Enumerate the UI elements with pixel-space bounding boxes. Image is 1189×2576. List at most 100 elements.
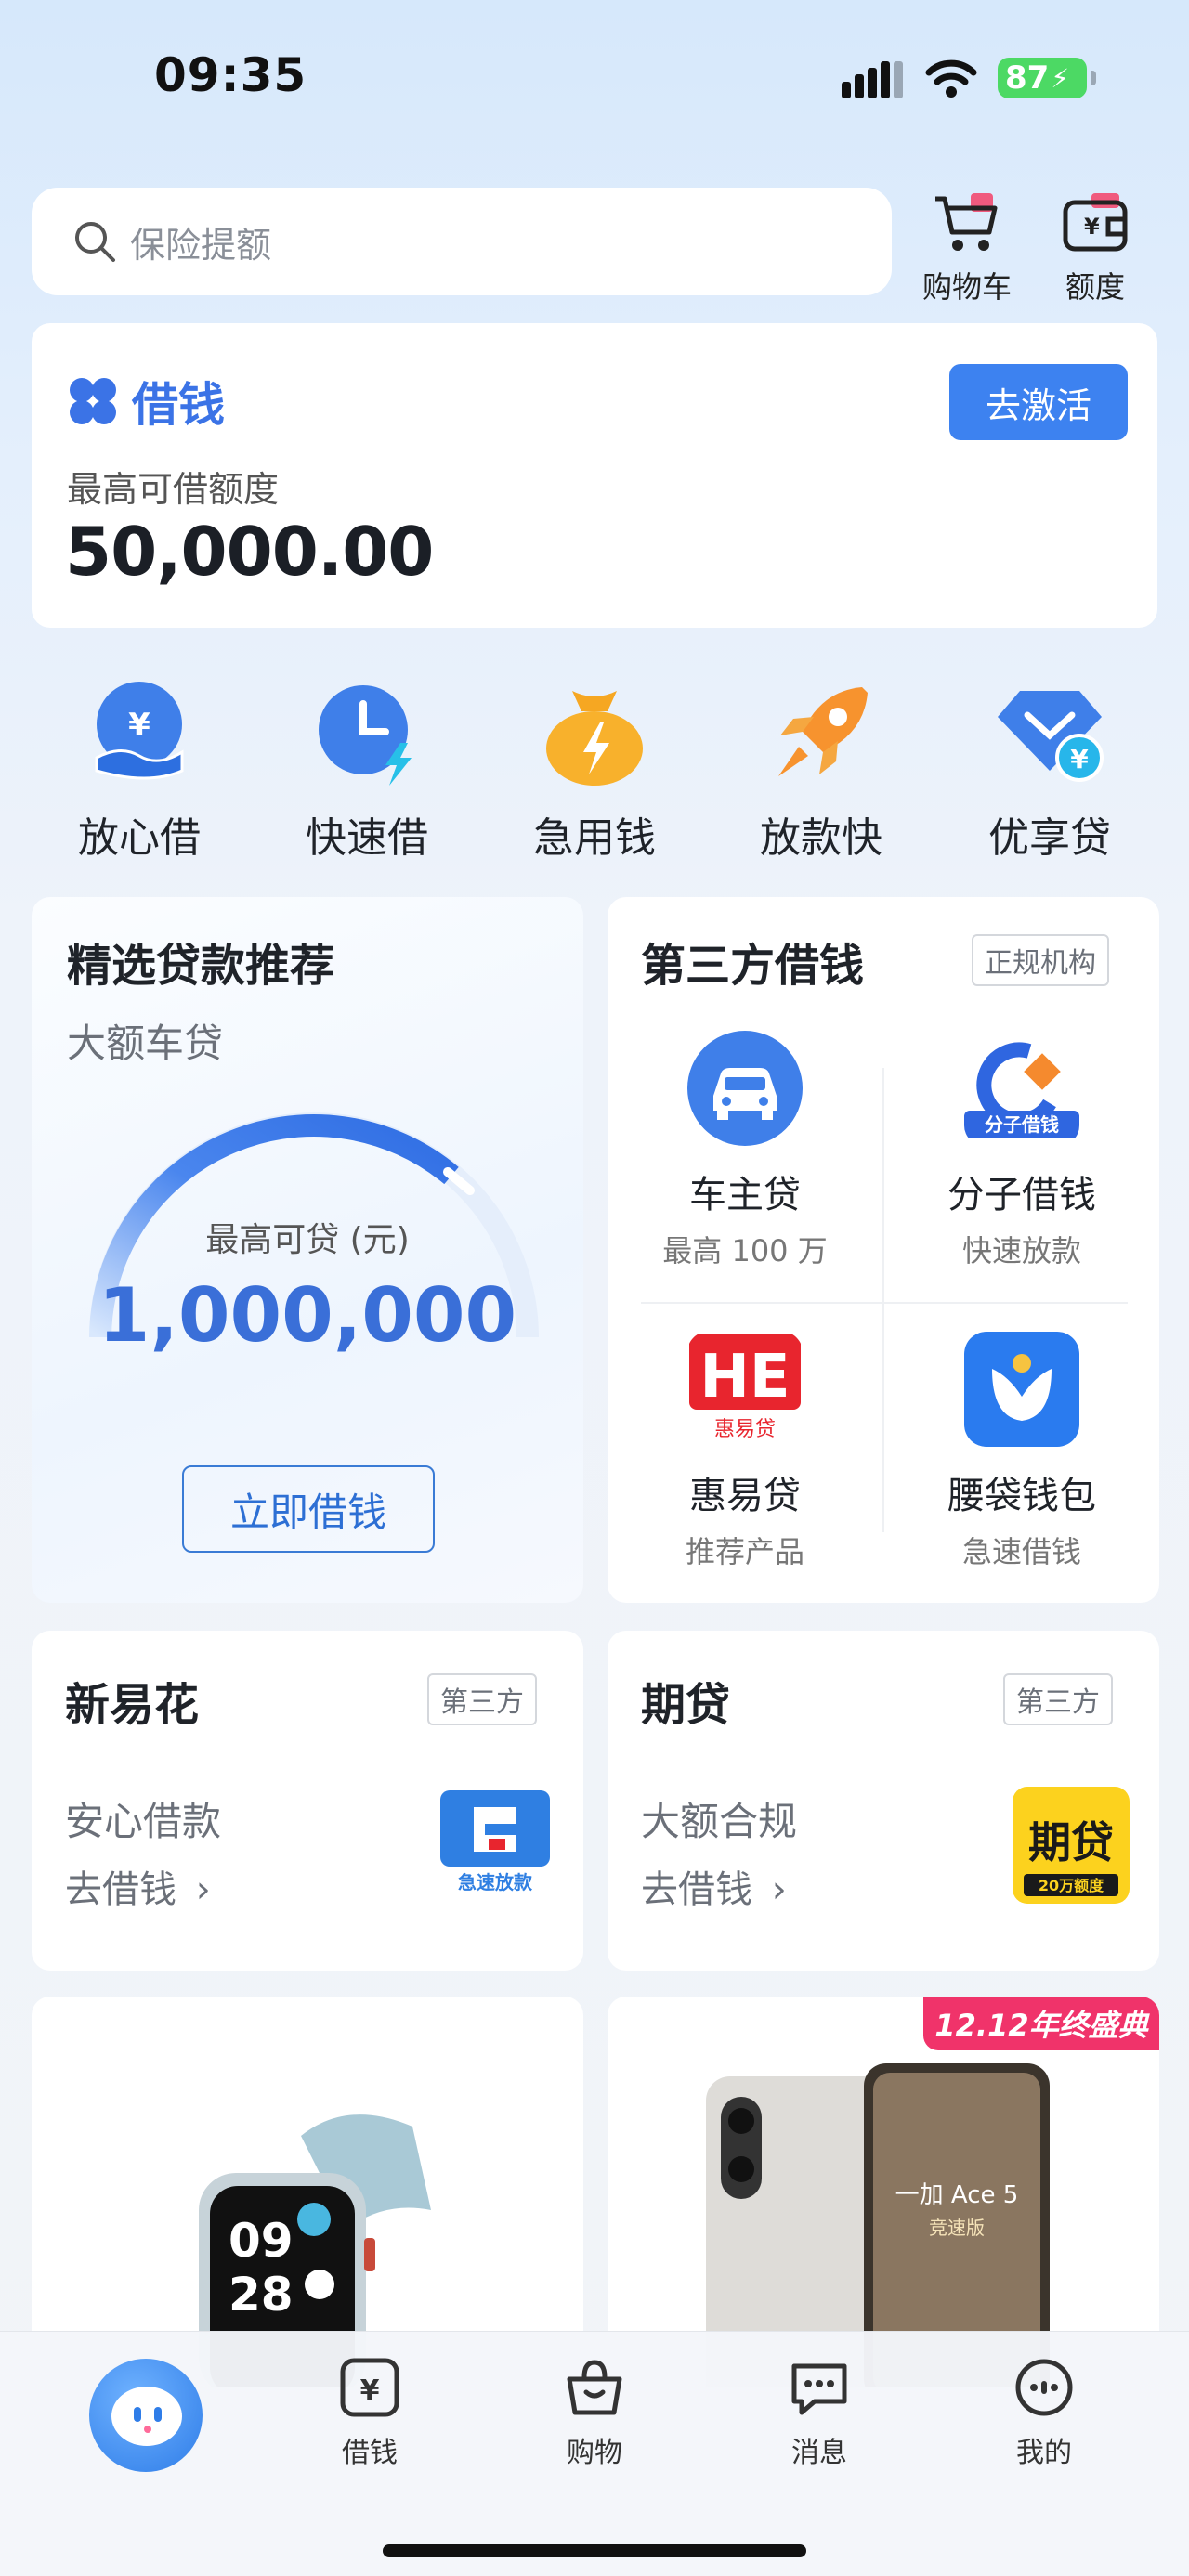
watch-hour: 09	[229, 2214, 294, 2268]
official-institution-tag: 正规机构	[972, 934, 1109, 986]
tab-messages[interactable]: 消息	[754, 2355, 884, 2470]
borrow-title: 借钱	[67, 368, 225, 435]
xinyihua-link[interactable]: 去借钱 ›	[65, 1859, 211, 1913]
rocket-icon	[778, 687, 868, 776]
battery-level: 87	[1005, 59, 1050, 97]
tp-name: 分子借钱	[947, 1174, 1096, 1216]
xinyihua-subtitle: 安心借款	[65, 1799, 222, 1844]
recommend-max-amount: 1,000,000	[98, 1272, 517, 1359]
product-card-watch[interactable]: 09 28	[32, 1997, 583, 2387]
svg-text:¥: ¥	[1070, 744, 1089, 774]
svg-text:¥: ¥	[128, 707, 150, 744]
quick-item-fangxinjie[interactable]: ¥ 放心借	[56, 678, 223, 864]
tab-mine[interactable]: 我的	[979, 2355, 1109, 2470]
car-icon	[687, 1031, 803, 1146]
huiyidai-logo-icon: HE 惠易贷	[687, 1332, 803, 1447]
limit-label: 最高可借额度	[67, 469, 280, 510]
tulip-logo-icon	[964, 1332, 1079, 1447]
divider	[641, 1302, 1128, 1304]
quick-label: 优享贷	[988, 814, 1111, 862]
search-placeholder: 保险提额	[130, 224, 272, 266]
xinyihua-title: 新易花	[65, 1679, 200, 1731]
chevron-right-icon: ›	[195, 1868, 211, 1911]
home-indicator	[383, 2544, 806, 2557]
limit-button[interactable]: ¥ 额度	[1044, 191, 1146, 306]
profile-dots-icon	[1015, 2359, 1073, 2416]
qihuo-logo-icon: 期贷 20万额度	[1013, 1787, 1130, 1904]
tp-item-huiyidai[interactable]: HE 惠易贷 惠易贷 推荐产品	[606, 1332, 884, 1571]
cellular-signal-icon	[842, 61, 903, 98]
third-party-tag: 第三方	[1003, 1673, 1113, 1725]
watch-minute: 28	[229, 2268, 294, 2322]
product-card-phone[interactable]: 一加 Ace 5 竞速版	[608, 1997, 1159, 2387]
quick-label: 急用钱	[533, 814, 656, 862]
wifi-icon	[925, 59, 977, 98]
tab-borrow[interactable]: ¥ 借钱	[305, 2355, 435, 2470]
tab-label: 购物	[567, 2437, 622, 2469]
xinyihua-logo-text: 急速放款	[458, 1871, 533, 1893]
borrow-now-button[interactable]: 立即借钱	[182, 1465, 435, 1553]
phone-model-sub: 竞速版	[929, 2217, 985, 2239]
limit-label-top: 额度	[1065, 269, 1125, 305]
borrow-title-text: 借钱	[132, 378, 225, 432]
clover-icon	[70, 378, 116, 424]
tab-label: 消息	[791, 2437, 847, 2469]
search-bar[interactable]: 保险提额	[32, 188, 892, 295]
tp-sub: 急速借钱	[961, 1534, 1081, 1569]
huiyidai-logo-text: 惠易贷	[714, 1418, 776, 1441]
third-party-tag: 第三方	[427, 1673, 537, 1725]
money-bag-icon	[546, 691, 643, 786]
tab-shopping[interactable]: 购物	[529, 2355, 660, 2470]
diamond-yuan-icon: ¥	[998, 691, 1104, 782]
tab-label: 借钱	[342, 2437, 398, 2469]
charging-bolt-icon: ⚡	[1051, 62, 1069, 94]
shopping-bag-icon	[567, 2360, 622, 2415]
fenzi-logo-icon: 分子借钱	[964, 1031, 1079, 1146]
wallet-yuan-icon: ¥	[1063, 193, 1128, 252]
tp-sub: 推荐产品	[685, 1534, 804, 1569]
qihuo-title: 期贷	[641, 1679, 731, 1731]
tp-name: 惠易贷	[689, 1475, 801, 1517]
qihuo-subtitle: 大额合规	[641, 1799, 798, 1844]
xinyihua-link-text: 去借钱	[65, 1868, 176, 1911]
chat-bubble-icon	[791, 2363, 847, 2415]
status-time: 09:35	[154, 48, 307, 102]
third-party-title: 第三方借钱	[641, 940, 865, 992]
qihuo-logo-sub: 20万额度	[1039, 1877, 1104, 1894]
recommend-subtitle: 大额车贷	[67, 1021, 224, 1066]
phone-model-text: 一加 Ace 5	[895, 2181, 1019, 2209]
tp-name: 腰袋钱包	[947, 1475, 1096, 1517]
svg-text:HE: HE	[699, 1343, 790, 1412]
cart-label: 购物车	[921, 269, 1012, 305]
chevron-right-icon: ›	[771, 1868, 787, 1911]
tp-name: 车主贷	[689, 1174, 801, 1216]
home-mascot-tab[interactable]	[89, 2359, 203, 2472]
qihuo-logo-text: 期贷	[1028, 1817, 1114, 1867]
promo-badge: 12.12年终盛典	[923, 1997, 1159, 2050]
battery-indicator: 87 ⚡	[998, 58, 1096, 98]
tab-label: 我的	[1016, 2437, 1072, 2469]
recommend-title: 精选贷款推荐	[67, 940, 335, 992]
svg-text:¥: ¥	[1084, 214, 1100, 240]
search-icon	[75, 222, 115, 262]
svg-text:¥: ¥	[360, 2374, 380, 2407]
mascot-icon	[111, 2387, 182, 2446]
activate-button[interactable]: 去激活	[949, 364, 1128, 440]
quick-label: 快速借	[306, 814, 428, 862]
quick-item-kuaisujie[interactable]: 快速借	[283, 678, 451, 864]
limit-amount: 50,000.00	[65, 513, 434, 591]
tp-item-chezhudai[interactable]: 车主贷 最高 100 万	[606, 1031, 884, 1270]
quick-item-youxiangdai[interactable]: ¥ 优享贷	[966, 678, 1133, 864]
quick-label: 放款快	[760, 814, 882, 862]
qihuo-link[interactable]: 去借钱 ›	[641, 1859, 787, 1913]
cart-button[interactable]: 购物车	[916, 191, 1018, 306]
xinyihua-logo-icon: 急速放款	[437, 1787, 554, 1896]
tp-item-yaodaiqianbao[interactable]: 腰袋钱包 急速借钱	[882, 1332, 1161, 1571]
tp-item-fenzijieqian[interactable]: 分子借钱 分子借钱 快速放款	[882, 1031, 1161, 1270]
quick-label: 放心借	[78, 814, 201, 862]
recommend-max-label: 最高可贷 (元)	[205, 1221, 410, 1259]
borrow-yuan-icon: ¥	[340, 2358, 399, 2417]
quick-item-jiyongqian[interactable]: 急用钱	[511, 678, 678, 864]
quick-item-fangkuankuai[interactable]: 放款快	[738, 678, 905, 864]
tp-sub: 快速放款	[961, 1233, 1081, 1268]
